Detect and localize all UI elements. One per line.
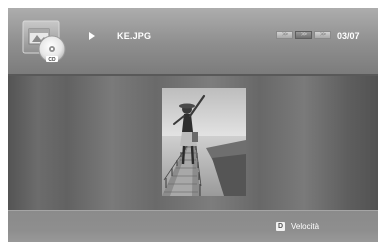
speed-segment-normal: >> bbox=[295, 31, 312, 39]
beach-pier-photo bbox=[162, 88, 246, 196]
speed-segment-slow: >> bbox=[276, 31, 293, 39]
photo-viewer bbox=[8, 76, 378, 210]
footer-bar: D Velocità bbox=[8, 210, 378, 242]
slideshow-screen: CD KE.JPG >> >> >> 03/07 D Velocità bbox=[8, 8, 378, 242]
page-counter: 03/07 bbox=[337, 31, 360, 41]
disc-label: CD bbox=[48, 57, 56, 63]
cd-disc-icon: CD bbox=[22, 20, 72, 64]
header-bar: CD KE.JPG >> >> >> 03/07 bbox=[8, 8, 378, 76]
play-icon bbox=[89, 32, 95, 40]
speed-label: Velocità bbox=[291, 222, 320, 231]
d-key-icon[interactable]: D bbox=[276, 222, 285, 231]
speed-segment-fast: >> bbox=[314, 31, 331, 39]
filename: KE.JPG bbox=[117, 31, 152, 41]
